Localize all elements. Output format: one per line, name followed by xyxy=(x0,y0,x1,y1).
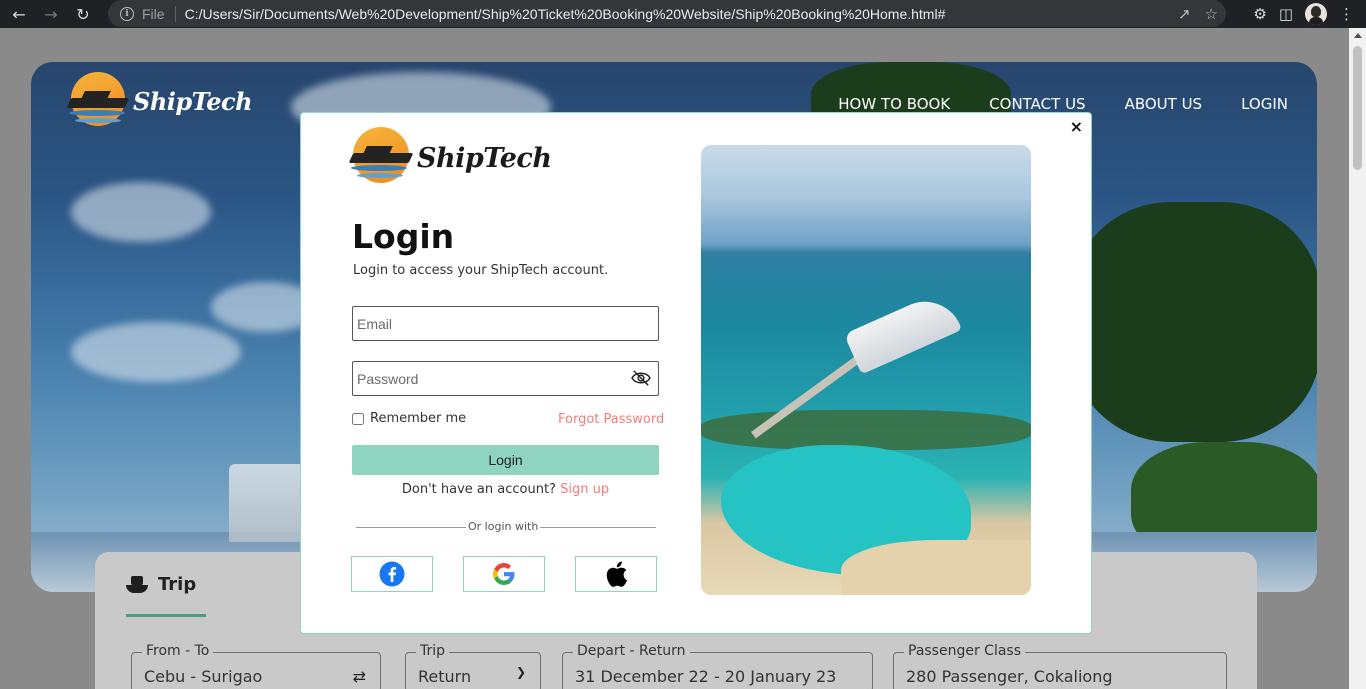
google-icon xyxy=(493,563,515,585)
info-icon[interactable]: i xyxy=(120,6,134,21)
reload-icon[interactable]: ↻ xyxy=(70,1,96,27)
remember-checkbox[interactable] xyxy=(352,412,364,425)
forgot-password-link[interactable]: Forgot Password xyxy=(558,412,664,427)
login-button[interactable]: Login xyxy=(352,445,659,475)
star-icon[interactable]: ☆ xyxy=(1205,5,1218,23)
close-icon[interactable]: × xyxy=(1070,117,1083,136)
extensions-icon[interactable]: ⚙ xyxy=(1253,5,1266,23)
scroll-thumb[interactable] xyxy=(1353,46,1362,170)
divider xyxy=(174,5,176,22)
facebook-login-button[interactable] xyxy=(351,556,433,592)
cruise-ship xyxy=(843,289,963,375)
scrollbar[interactable] xyxy=(1349,28,1366,689)
apple-icon xyxy=(606,561,627,587)
menu-icon[interactable]: ⋮ xyxy=(1339,5,1354,23)
scroll-up-icon[interactable] xyxy=(1354,33,1362,38)
signup-link[interactable]: Sign up xyxy=(560,482,609,497)
login-modal: × ShipTech Login Login to access your Sh… xyxy=(300,112,1092,634)
file-label: File xyxy=(142,5,165,22)
remember-label: Remember me xyxy=(370,411,467,426)
modal-logo: ShipTech xyxy=(348,127,552,189)
google-login-button[interactable] xyxy=(463,556,545,592)
beach xyxy=(841,540,1031,595)
facebook-icon xyxy=(379,561,405,587)
password-field[interactable] xyxy=(352,361,659,396)
email-field[interactable] xyxy=(352,306,659,341)
share-icon[interactable]: ↗ xyxy=(1178,5,1191,23)
no-account-text: Don't have an account? xyxy=(401,482,556,497)
island xyxy=(701,410,1031,450)
address-bar[interactable]: i File C:/Users/Sir/Documents/Web%20Deve… xyxy=(108,0,1226,27)
profile-avatar[interactable] xyxy=(1305,3,1327,25)
login-title: Login xyxy=(352,217,455,256)
back-icon[interactable]: ← xyxy=(6,1,32,27)
brand-name: ShipTech xyxy=(417,142,552,174)
eye-off-icon[interactable] xyxy=(630,369,652,387)
remember-me[interactable]: Remember me xyxy=(352,411,466,426)
forward-icon[interactable]: → xyxy=(38,1,64,27)
url-text[interactable]: C:/Users/Sir/Documents/Web%20Development… xyxy=(185,6,946,22)
or-login-with: Or login with xyxy=(466,520,541,533)
signup-row: Don't have an account? Sign up xyxy=(352,482,659,497)
cruise-island-photo xyxy=(701,145,1031,595)
login-subtitle: Login to access your ShipTech account. xyxy=(353,263,609,278)
ship-logo-icon xyxy=(348,127,414,189)
browser-toolbar: ← → ↻ i File C:/Users/Sir/Documents/Web%… xyxy=(0,0,1366,28)
apple-login-button[interactable] xyxy=(575,556,657,592)
side-panel-icon[interactable]: ◫ xyxy=(1279,5,1293,23)
